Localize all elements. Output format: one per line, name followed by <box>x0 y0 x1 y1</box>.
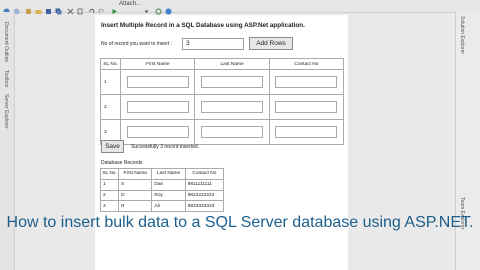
first-name-cell <box>120 94 196 120</box>
contact-no-input[interactable] <box>275 126 338 138</box>
open-icon[interactable] <box>35 2 42 14</box>
last-name-cell <box>194 119 270 145</box>
input-table-header: SL No. First Name Last Name Contact No <box>99 58 345 70</box>
last-name-input[interactable] <box>201 76 264 88</box>
add-rows-button[interactable]: Add Rows <box>249 37 293 50</box>
table-row: 3 R Ali 9833333333 <box>99 200 225 212</box>
page-title: Insert Multiple Record in a SQL Database… <box>101 22 305 29</box>
db-records-label: Database Records <box>101 160 143 166</box>
table-cell: 9811111111 <box>184 178 225 191</box>
input-table: SL No. First Name Last Name Contact No 1… <box>99 58 345 145</box>
ide-toolbar: Attach... <box>0 0 480 15</box>
save-button[interactable]: Save <box>101 140 124 153</box>
contact-no-cell <box>268 119 345 145</box>
cut-icon[interactable] <box>67 2 74 15</box>
record-count-label: No of record you want to insert : <box>101 41 172 47</box>
tab-server-explorer[interactable]: Server Explorer <box>3 94 9 129</box>
save-icon[interactable] <box>45 2 52 14</box>
contact-no-cell <box>268 69 345 95</box>
column-header: SL No. <box>99 168 120 180</box>
column-header: Last Name <box>151 168 186 180</box>
table-cell: R <box>118 200 153 212</box>
last-name-input[interactable] <box>201 126 264 138</box>
run-icon[interactable] <box>111 2 118 14</box>
row-number: 2 <box>99 94 122 120</box>
contact-no-input[interactable] <box>275 76 338 88</box>
tab-solution-explorer[interactable]: Solution Explorer <box>459 16 465 54</box>
table-cell: D <box>118 189 153 202</box>
last-name-input[interactable] <box>201 101 264 113</box>
tab-toolbox[interactable]: Toolbox <box>3 70 9 87</box>
save-all-icon[interactable] <box>55 2 62 15</box>
column-header: SL No. <box>99 58 122 70</box>
database-records-table: SL No. First Name Last Name Contact No 1… <box>99 168 225 212</box>
column-header: Last Name <box>194 58 270 70</box>
redo-icon[interactable] <box>98 2 105 14</box>
last-name-cell <box>194 69 270 95</box>
column-header: First Name <box>118 168 153 180</box>
table-cell: 2 <box>99 189 120 202</box>
first-name-input[interactable] <box>126 101 189 113</box>
table-cell: 3 <box>99 200 120 212</box>
chevron-down-icon[interactable] <box>143 2 150 13</box>
row-number: 1 <box>99 69 122 95</box>
contact-no-input[interactable] <box>275 101 338 113</box>
browser-icon[interactable] <box>165 2 172 15</box>
table-cell: 1 <box>99 178 120 191</box>
status-message: Successfully 3 record inserted. <box>131 144 200 150</box>
input-row: 1 <box>99 69 345 95</box>
db-table-header: SL No. First Name Last Name Contact No <box>99 168 225 180</box>
table-row: 1 S Das 9811111111 <box>99 178 225 191</box>
column-header: Contact No <box>268 58 345 70</box>
table-cell: 9822222222 <box>184 189 225 202</box>
last-name-cell <box>194 94 270 120</box>
contact-no-cell <box>268 94 345 120</box>
back-icon[interactable] <box>3 2 10 15</box>
first-name-input[interactable] <box>126 76 189 88</box>
forward-icon[interactable] <box>13 2 20 15</box>
record-count-input[interactable]: 3 <box>182 38 244 50</box>
table-cell: Das <box>151 178 186 191</box>
table-cell: Ali <box>151 200 186 212</box>
video-caption: How to insert bulk data to a SQL Server … <box>6 214 474 231</box>
first-name-cell <box>120 69 196 95</box>
new-file-icon[interactable] <box>25 2 32 14</box>
input-row: 3 <box>99 119 345 145</box>
first-name-cell <box>120 119 196 145</box>
copy-icon[interactable] <box>77 2 84 15</box>
table-row: 2 D Roy 9822222222 <box>99 189 225 202</box>
first-name-input[interactable] <box>126 126 189 138</box>
column-header: First Name <box>120 58 196 70</box>
table-cell: 9833333333 <box>184 200 225 212</box>
attach-button[interactable]: Attach... <box>119 1 141 7</box>
undo-icon[interactable] <box>88 2 95 14</box>
table-cell: S <box>118 178 153 191</box>
table-cell: Roy <box>151 189 186 202</box>
input-row: 2 <box>99 94 345 120</box>
refresh-icon[interactable] <box>155 2 162 15</box>
column-header: Contact No <box>184 168 225 180</box>
tab-document-outline[interactable]: Document Outline <box>3 22 9 62</box>
